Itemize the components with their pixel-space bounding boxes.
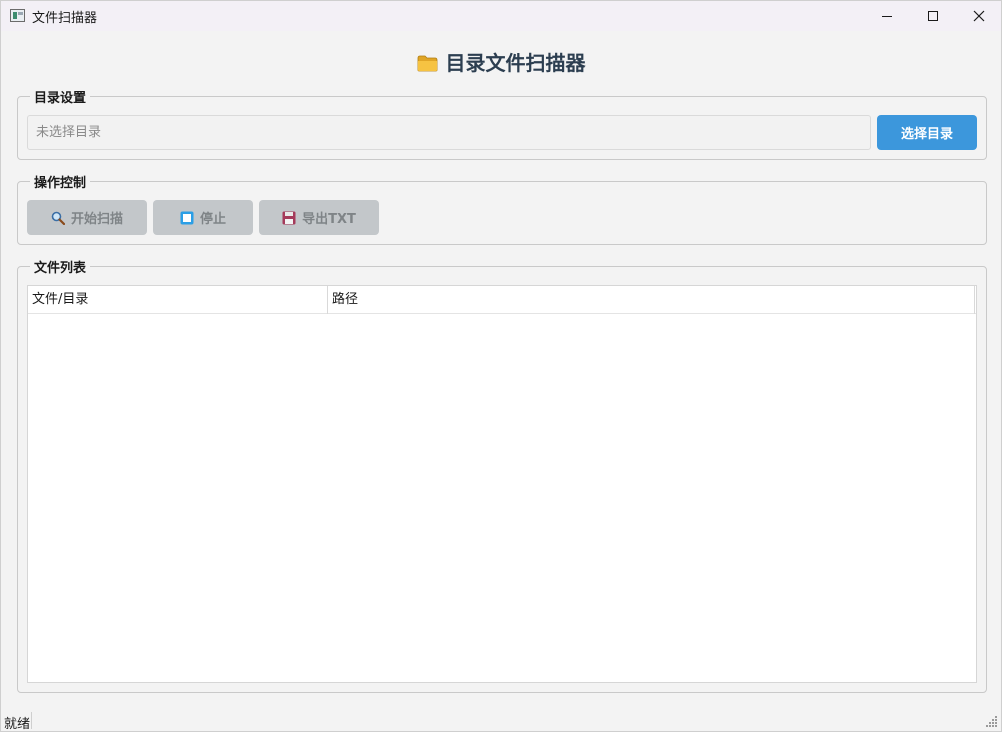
export-txt-label: 导出TXT [302, 212, 356, 227]
resize-grip-icon[interactable] [986, 715, 998, 727]
close-button[interactable] [956, 1, 1002, 31]
start-scan-label: 开始扫描 [70, 212, 123, 227]
minimize-icon [882, 16, 892, 17]
app-window: 文件扫描器 目录文件扫描器 目录设置 选择目录 操作控制 开始 [0, 0, 1002, 732]
status-divider [31, 712, 32, 729]
status-text: 就绪 [4, 717, 31, 732]
page-title-text: 目录文件扫描器 [445, 51, 586, 75]
start-scan-button[interactable]: 开始扫描 [27, 200, 147, 235]
maximize-button[interactable] [910, 1, 956, 31]
file-table[interactable]: 文件/目录 路径 [27, 285, 977, 683]
magnifier-icon [51, 211, 65, 225]
column-header-file[interactable]: 文件/目录 [28, 286, 328, 314]
table-header: 文件/目录 路径 [28, 286, 976, 314]
title-bar[interactable]: 文件扫描器 [1, 1, 1001, 31]
folder-icon [417, 55, 437, 72]
directory-path-input[interactable] [27, 115, 871, 150]
choose-directory-button[interactable]: 选择目录 [877, 115, 977, 150]
page-title: 目录文件扫描器 [1, 47, 1001, 76]
status-bar: 就绪 [1, 709, 1001, 732]
stop-icon [180, 211, 194, 224]
stop-label: 停止 [199, 212, 226, 227]
minimize-button[interactable] [864, 1, 910, 31]
window-title: 文件扫描器 [32, 11, 98, 26]
maximize-icon [928, 11, 938, 21]
column-header-path[interactable]: 路径 [328, 286, 975, 314]
export-txt-button[interactable]: 导出TXT [259, 200, 379, 235]
stop-button[interactable]: 停止 [153, 200, 253, 235]
file-list-legend: 文件列表 [34, 261, 87, 276]
directory-settings-legend: 目录设置 [34, 91, 87, 106]
operation-control-legend: 操作控制 [34, 176, 87, 191]
floppy-disk-icon [282, 211, 296, 224]
close-icon [973, 10, 985, 22]
app-icon [10, 9, 25, 22]
